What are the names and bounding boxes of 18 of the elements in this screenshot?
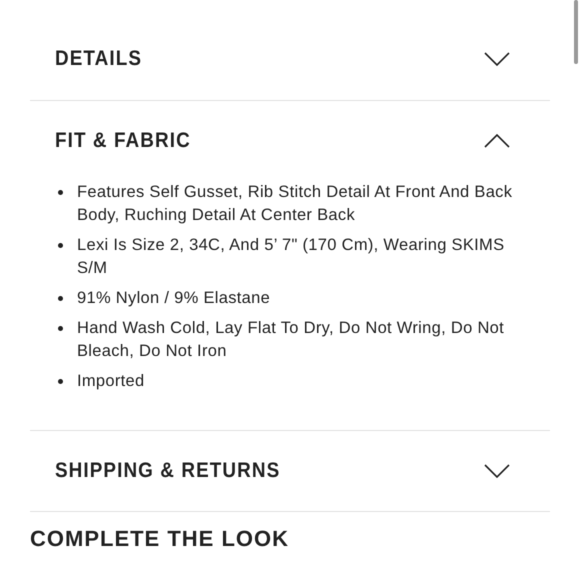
- bullet-icon: [58, 296, 63, 301]
- accordion-header[interactable]: DETAILS: [30, 0, 550, 100]
- list-text: Hand Wash Cold, Lay Flat To Dry, Do Not Wring, Do Not Bleach, Do Not Iron: [77, 318, 506, 362]
- chevron-icon: [484, 464, 510, 478]
- list-text: Features Self Gusset, Rib Stitch Detail At Front And Back Body, Ruching Detail At Center Back: [77, 182, 514, 226]
- list-text: Lexi Is Size 2, 34C, And 5’ 7" (170 Cm), Wearing SKIMS S/M: [77, 235, 506, 279]
- list-text: 91% Nylon / 9% Elastane: [77, 288, 270, 309]
- accordion-header[interactable]: FIT & FABRIC: [30, 101, 550, 181]
- chevron-icon: [484, 52, 510, 66]
- accordion-header[interactable]: SHIPPING & RETURNS: [30, 431, 550, 511]
- bullet-icon: [58, 326, 63, 331]
- scrollbar-thumb[interactable]: [574, 0, 578, 64]
- bullet-icon: [58, 190, 63, 195]
- list-text: Imported: [77, 371, 145, 392]
- bullet-icon: [58, 243, 63, 248]
- chevron-icon: [484, 134, 510, 148]
- section-heading: COMPLETE THE LOOK: [30, 511, 550, 552]
- bullet-icon: [58, 379, 63, 384]
